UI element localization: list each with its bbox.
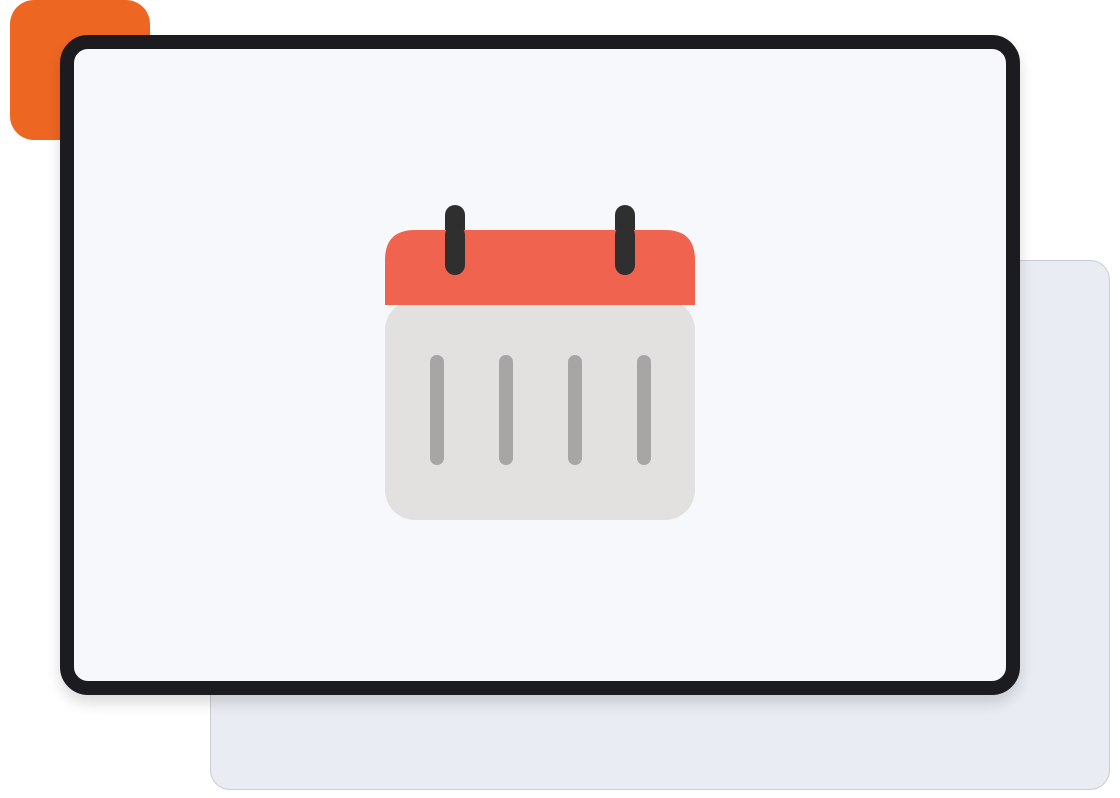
calendar-icon <box>385 205 695 525</box>
foreground-card <box>60 35 1020 695</box>
